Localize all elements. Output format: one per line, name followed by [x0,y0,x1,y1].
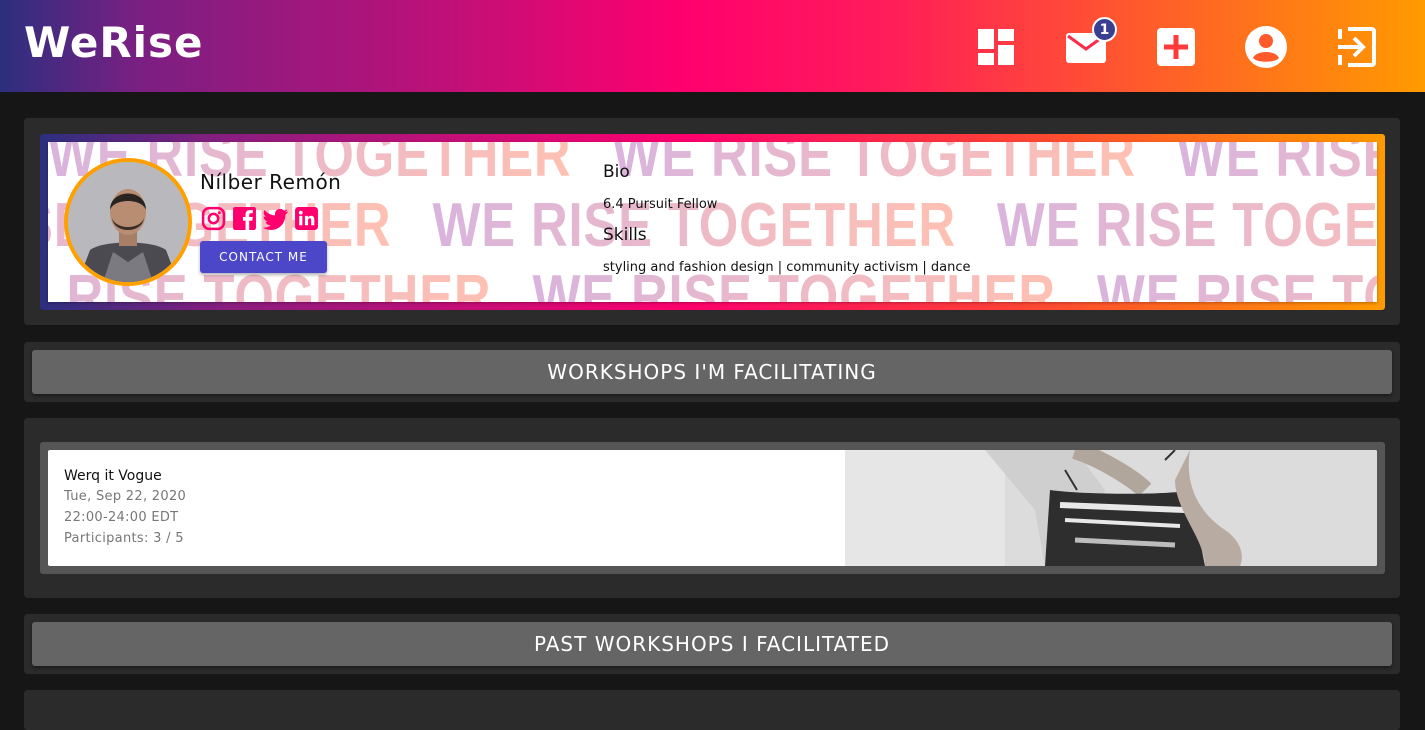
workshop-card[interactable]: Werq it Vogue Tue, Sep 22, 2020 22:00-24… [48,450,1377,566]
unread-messages-badge: 1 [1092,17,1117,42]
social-links [201,206,319,231]
past-workshops-list [24,690,1400,730]
section-title-past[interactable]: PAST WORKSHOPS I FACILITATED [32,622,1392,666]
section-title-facilitating[interactable]: WORKSHOPS I'M FACILITATING [32,350,1392,394]
twitter-icon[interactable] [263,206,288,231]
add-box-icon[interactable] [1154,25,1198,69]
top-nav-bar: WeRise 1 [0,0,1425,92]
facilitating-section-header: WORKSHOPS I'M FACILITATING [24,342,1400,402]
workshops-list: Werq it Vogue Tue, Sep 22, 2020 22:00-24… [24,418,1400,598]
contact-me-button[interactable]: CONTACT ME [200,241,327,273]
workshop-participants: Participants: 3 / 5 [64,531,184,546]
workshop-card-frame: Werq it Vogue Tue, Sep 22, 2020 22:00-24… [40,442,1385,574]
skills-heading: Skills [603,225,647,245]
instagram-icon[interactable] [201,206,226,231]
profile-card: WE RISE TOGETHERWE RISE TOGETHERWE RISE … [48,142,1377,302]
bio-text: 6.4 Pursuit Fellow [603,197,718,212]
app-logo[interactable]: WeRise [24,18,204,67]
avatar [64,158,192,286]
past-section-header: PAST WORKSHOPS I FACILITATED [24,614,1400,674]
profile-panel: WE RISE TOGETHERWE RISE TOGETHERWE RISE … [24,118,1400,325]
workshop-image [845,450,1377,566]
logout-icon[interactable] [1334,25,1378,69]
profile-card-frame: WE RISE TOGETHERWE RISE TOGETHERWE RISE … [40,134,1385,310]
linkedin-icon[interactable] [294,206,319,231]
workshop-time: 22:00-24:00 EDT [64,510,179,525]
workshop-date: Tue, Sep 22, 2020 [64,489,187,504]
workshop-title[interactable]: Werq it Vogue [64,468,162,484]
facebook-icon[interactable] [232,206,257,231]
bio-heading: Bio [603,162,630,182]
dashboard-icon[interactable] [974,25,1018,69]
skills-text: styling and fashion design | community a… [603,260,971,275]
account-circle-icon[interactable] [1244,25,1288,69]
profile-name: Nílber Remón [200,170,342,194]
